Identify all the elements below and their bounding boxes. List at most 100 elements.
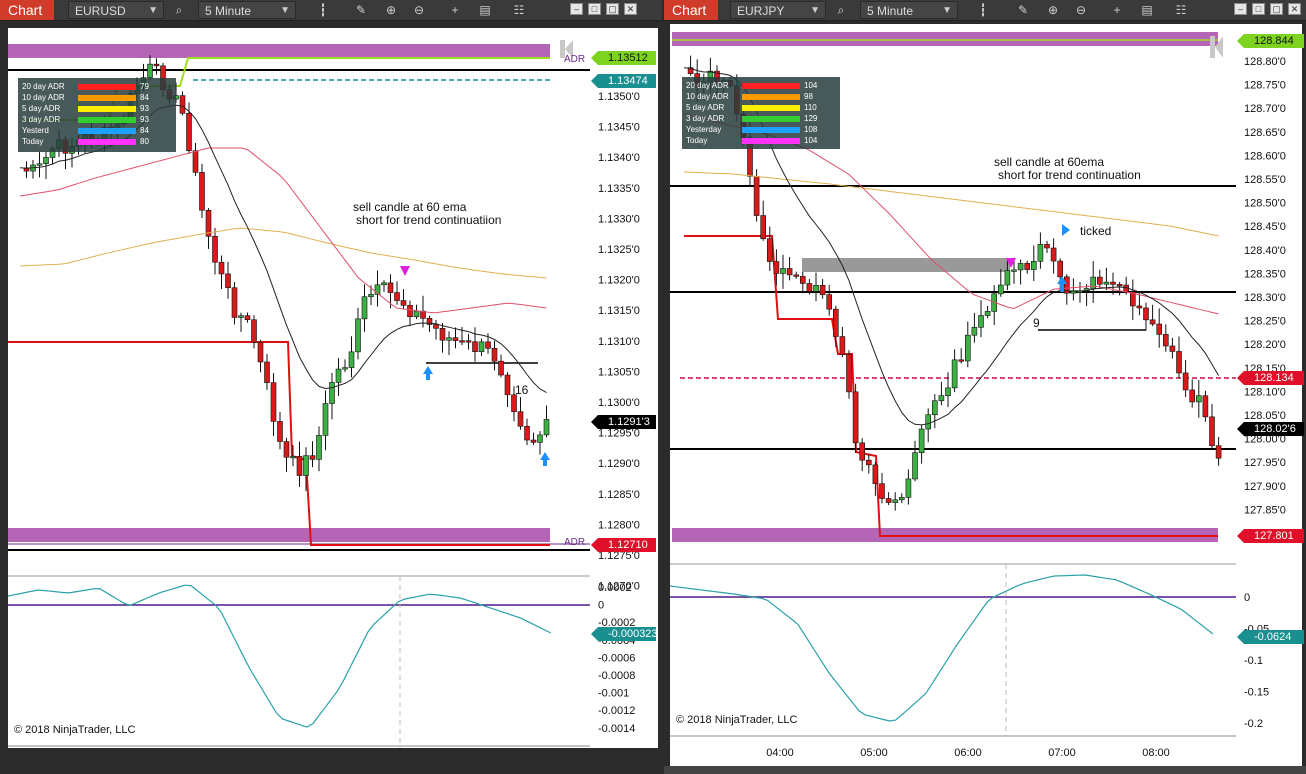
left-candle-body	[485, 341, 491, 349]
osc-axis-tick: -0.0014	[598, 723, 635, 735]
properties-icon[interactable]: ☷	[1172, 1, 1190, 19]
legend-value: 80	[140, 137, 149, 146]
right-candle-body	[879, 483, 885, 499]
left-candle-body	[212, 236, 218, 263]
legend-label: 3 day ADR	[686, 114, 725, 123]
restore-button[interactable]: □	[1252, 3, 1265, 15]
left-instrument-select[interactable]: EURUSD ▼	[68, 1, 164, 19]
price-axis-tick: 1.1300'0	[598, 397, 640, 409]
legend-color-bar	[78, 106, 136, 112]
left-candle-body	[433, 324, 439, 329]
right-timeframe-select[interactable]: 5 Minute ▼	[860, 1, 958, 19]
maximize-button[interactable]: ▢	[1270, 3, 1283, 15]
right-candle-body	[866, 459, 872, 466]
right-candle-body	[971, 327, 978, 336]
legend-label: Yesterd	[22, 126, 49, 135]
left-count-label: 16	[515, 383, 529, 397]
right-candle-body	[1136, 305, 1143, 309]
right-candle-body	[760, 215, 766, 240]
price-axis-tick: 128.65'0	[1244, 127, 1286, 139]
left-toolbar: Chart EURUSD ▼ ⌕ 5 Minute ▼ ┇ ✎ ⊕ ⊖ + ▤ ☷ …	[0, 0, 662, 21]
price-axis-tick: 128.45'0	[1244, 221, 1286, 233]
right-candle-body	[978, 315, 984, 328]
bar-type-icon[interactable]: ┇	[974, 1, 992, 19]
price-axis-tick: 128.25'0	[1244, 316, 1286, 328]
restore-button[interactable]: □	[588, 3, 601, 15]
crosshair-icon[interactable]: +	[1108, 1, 1126, 19]
legend-value: 104	[804, 81, 818, 90]
zoom-out-icon[interactable]: ⊖	[410, 1, 428, 19]
legend-label: Yesterday	[686, 125, 722, 134]
maximize-button[interactable]: ▢	[606, 3, 619, 15]
left-candle-body	[303, 455, 309, 476]
zoom-in-icon[interactable]: ⊕	[1044, 1, 1062, 19]
supply-zone	[802, 258, 1010, 272]
close-button[interactable]: ✕	[1288, 3, 1301, 15]
right-candle-body	[1024, 263, 1031, 270]
left-timeframe-select[interactable]: 5 Minute ▼	[198, 1, 296, 19]
right-instrument-select[interactable]: EURJPY ▼	[730, 1, 826, 19]
draw-pencil-icon[interactable]: ✎	[1014, 1, 1032, 19]
minimize-button[interactable]: –	[570, 3, 583, 15]
left-candle-body	[147, 63, 153, 78]
price-axis-tick: 128.20'0	[1244, 339, 1286, 351]
legend-label: 10 day ADR	[686, 92, 729, 101]
tick-arrow-icon	[1062, 224, 1070, 236]
left-candle-body	[316, 435, 322, 460]
left-candle-body	[530, 439, 537, 443]
time-axis-tick: 05:00	[860, 747, 888, 759]
legend-color-bar	[78, 117, 136, 123]
right-timeframe-value: 5 Minute	[867, 4, 914, 18]
data-box-icon[interactable]: ▤	[476, 1, 494, 19]
legend-color-bar	[742, 138, 800, 144]
right-candle-body	[800, 276, 806, 284]
legend-label: 20 day ADR	[22, 82, 65, 91]
right-candle-body	[1090, 276, 1097, 289]
right-tag-last: 128.02'6	[1237, 422, 1304, 436]
ema-mid-line	[19, 147, 547, 314]
price-axis-tick: 1.1290'0	[598, 458, 640, 470]
horizontal-scrollbar[interactable]	[664, 766, 1306, 774]
left-candle-body	[413, 310, 420, 318]
right-candle-body	[892, 499, 898, 503]
adr-low-step	[8, 341, 550, 546]
left-candle-body	[368, 294, 374, 298]
left-annotation-1: sell candle at 60 ema	[353, 200, 467, 214]
legend-value: 110	[804, 103, 817, 112]
right-chart-tab[interactable]: Chart	[664, 0, 718, 20]
adr-low-band	[8, 528, 550, 542]
zoom-in-icon[interactable]: ⊕	[382, 1, 400, 19]
legend-row: Yesterday 108	[686, 125, 836, 135]
search-icon[interactable]: ⌕	[170, 1, 188, 19]
close-button[interactable]: ✕	[624, 3, 637, 15]
left-candle-body	[309, 455, 316, 460]
price-axis-tick: 1.1335'0	[598, 183, 640, 195]
left-candle-body	[478, 341, 485, 352]
draw-pencil-icon[interactable]: ✎	[352, 1, 370, 19]
right-tag-adr-high: 128.844	[1237, 34, 1304, 48]
time-axis-tick: 04:00	[766, 747, 794, 759]
buy-arrow-icon	[540, 452, 550, 466]
left-candle-body	[361, 296, 368, 320]
left-candle-body	[218, 261, 225, 275]
left-chart-tab[interactable]: Chart	[0, 0, 54, 20]
legend-label: 20 day ADR	[686, 81, 729, 90]
buy-arrow-icon	[423, 366, 433, 380]
properties-icon[interactable]: ☷	[510, 1, 528, 19]
right-candle-body	[1195, 395, 1202, 403]
data-box-icon[interactable]: ▤	[1138, 1, 1156, 19]
legend-value: 79	[140, 82, 149, 91]
left-tag-last: 1.1291'3	[591, 415, 656, 429]
zoom-out-icon[interactable]: ⊖	[1072, 1, 1090, 19]
sell-arrow-icon	[400, 266, 410, 276]
price-axis-tick: 128.75'0	[1244, 80, 1286, 92]
crosshair-icon[interactable]: +	[446, 1, 464, 19]
right-candle-body	[753, 176, 760, 216]
bar-type-icon[interactable]: ┇	[314, 1, 332, 19]
left-candle-body	[153, 63, 160, 67]
legend-color-bar	[78, 128, 136, 134]
search-icon[interactable]: ⌕	[832, 1, 850, 19]
legend-row: Today 80	[22, 137, 172, 147]
legend-row: 10 day ADR 98	[686, 92, 836, 102]
minimize-button[interactable]: –	[1234, 3, 1247, 15]
